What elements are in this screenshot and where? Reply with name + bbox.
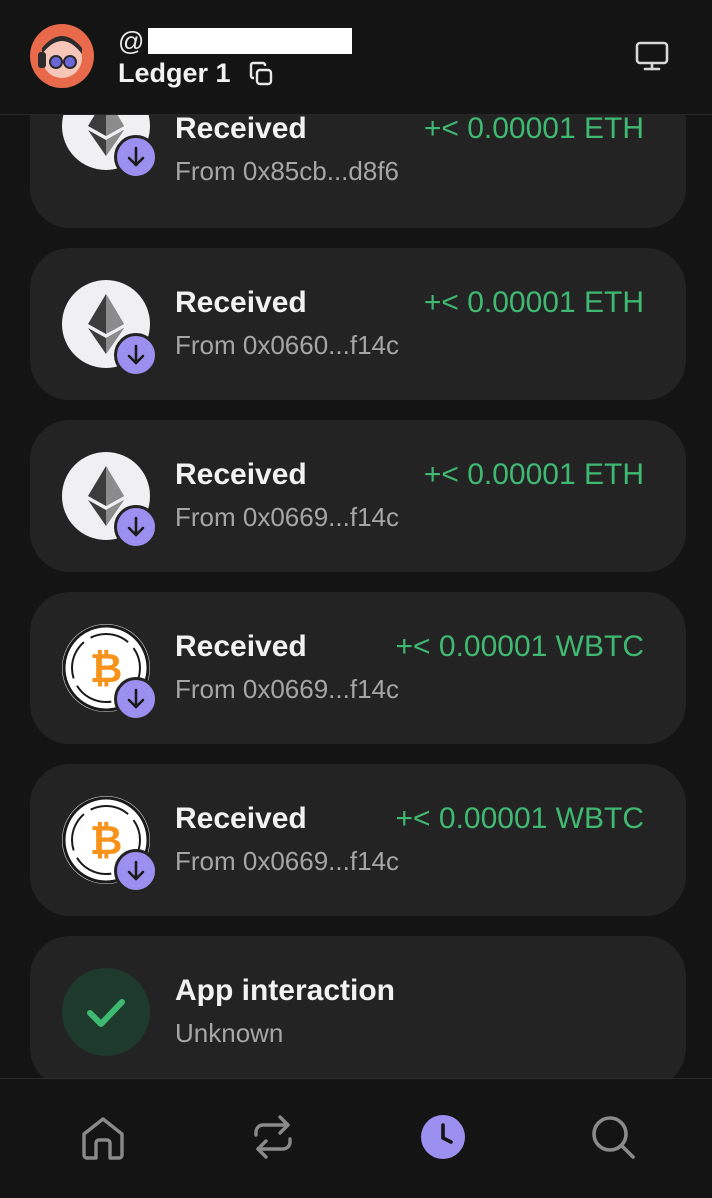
transaction-amount: +< 0.00001 ETH [423, 114, 644, 145]
transaction-from: From 0x0669...f14c [175, 502, 399, 532]
redacted-handle [148, 28, 353, 54]
transaction-card[interactable]: App interaction Unknown [30, 936, 686, 1078]
arrow-down-icon [114, 135, 158, 179]
bottom-tab-bar [0, 1078, 712, 1198]
transaction-amount: +< 0.00001 ETH [423, 458, 644, 491]
home-icon[interactable] [77, 1111, 129, 1163]
transaction-card[interactable]: Received From 0x0660...f14c +< 0.00001 E… [30, 248, 686, 400]
arrow-down-icon [114, 333, 158, 377]
handle-prefix: @ [118, 25, 145, 56]
transaction-title: Received [175, 630, 307, 663]
copy-icon[interactable] [247, 60, 275, 88]
transaction-card[interactable]: ₿ Received From 0x0669...f14c +< 0.00001… [30, 592, 686, 744]
account-handle: @ [118, 25, 353, 56]
avatar[interactable] [30, 24, 94, 88]
transaction-from: From 0x0669...f14c [175, 674, 399, 704]
transaction-amount: +< 0.00001 ETH [423, 286, 644, 319]
transaction-title: Received [175, 458, 307, 491]
check-icon [62, 968, 150, 1056]
transaction-title: Received [175, 114, 307, 145]
arrow-down-icon [114, 849, 158, 893]
transaction-title: Received [175, 802, 307, 835]
swap-icon[interactable] [247, 1111, 299, 1163]
transaction-card[interactable]: ₿ Received From 0x0669...f14c +< 0.00001… [30, 764, 686, 916]
transaction-amount: +< 0.00001 WBTC [395, 630, 644, 663]
transaction-card[interactable]: Received From 0x85cb...d8f6 +< 0.00001 E… [30, 114, 686, 228]
transaction-title: App interaction [175, 974, 396, 1007]
transaction-card[interactable]: Received From 0x0669...f14c +< 0.00001 E… [30, 420, 686, 572]
transaction-from: From 0x0660...f14c [175, 330, 399, 360]
transaction-from: From 0x85cb...d8f6 [175, 156, 399, 186]
arrow-down-icon [114, 505, 158, 549]
transaction-from: Unknown [175, 1018, 284, 1048]
transaction-title: Received [175, 286, 307, 319]
activity-list[interactable]: Received From 0x85cb...d8f6 +< 0.00001 E… [0, 114, 712, 1078]
arrow-down-icon [114, 677, 158, 721]
transaction-from: From 0x0669...f14c [175, 846, 399, 876]
app-header: @ Ledger 1 [0, 0, 712, 115]
transaction-amount: +< 0.00001 WBTC [395, 802, 644, 835]
desktop-icon[interactable] [634, 38, 670, 74]
account-name: Ledger 1 [118, 58, 231, 88]
search-icon[interactable] [587, 1111, 639, 1163]
activity-clock-icon[interactable] [417, 1111, 469, 1163]
